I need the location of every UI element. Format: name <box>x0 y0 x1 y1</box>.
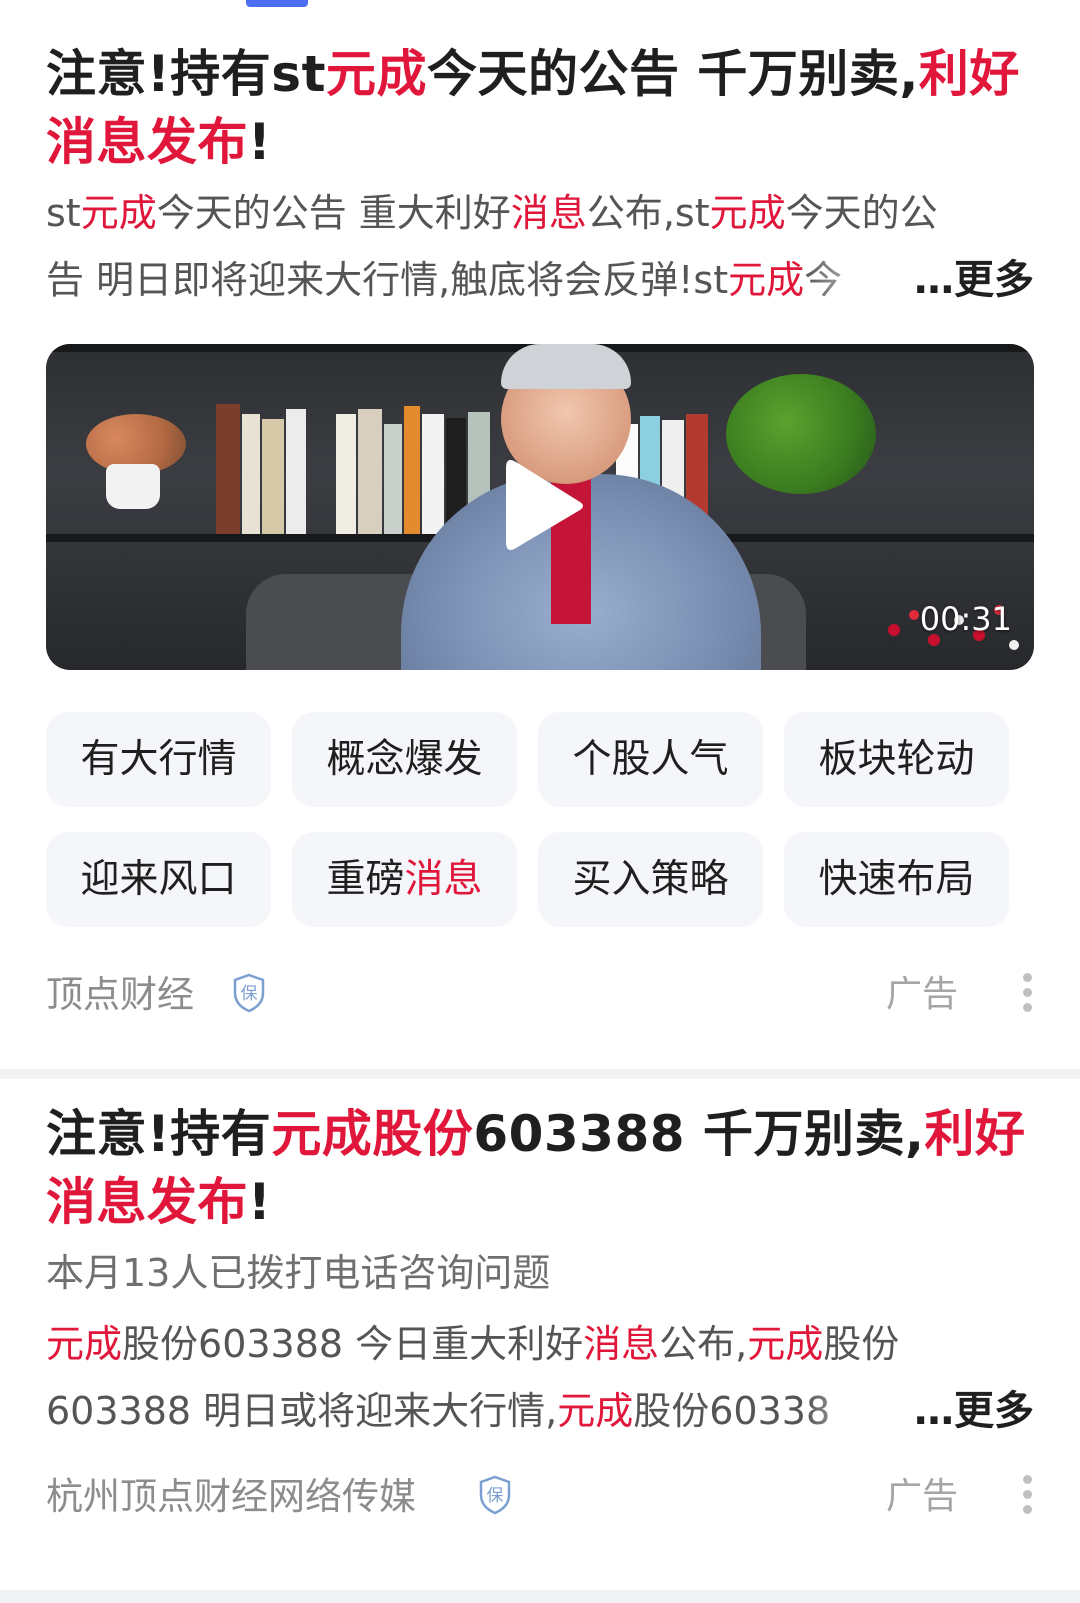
ad-source[interactable]: 顶点财经 <box>46 965 194 1025</box>
highlight-text: 元成 <box>325 45 427 103</box>
text-segment: 603388 明日或将迎来大行情, <box>46 1389 558 1433</box>
highlight-text: 元成 <box>80 191 157 235</box>
tag-grid: 有大行情 概念爆发 个股人气 板块轮动 迎来风口 重磅消息 买入策略 快速布局 <box>46 712 1034 927</box>
bao-shield-icon: 保 <box>479 1475 511 1515</box>
text-segment: 股份 <box>823 1322 900 1366</box>
ad-label: 广告 <box>885 974 958 1015</box>
card-divider <box>0 1069 1080 1079</box>
ad-subtitle: 本月13人已拨打电话咨询问题 <box>46 1251 551 1295</box>
text-segment: 今天的公告 重大利好 <box>156 191 511 235</box>
text-segment: 603388 千万别卖, <box>473 1105 925 1163</box>
tag-button[interactable]: 迎来风口 <box>46 832 271 927</box>
plant <box>726 374 876 494</box>
ad-card-1[interactable]: 注意!持有st元成今天的公告 千万别卖,利好消息发布! st元成今天的公告 重大… <box>46 40 1034 1025</box>
tag-button[interactable]: 有大行情 <box>46 712 271 807</box>
bao-shield-icon: 保 <box>233 973 265 1013</box>
ad-footer: 顶点财经 保 广告 <box>46 965 1034 1025</box>
desc-line-2: 告 明日即将迎来大行情,触底将会反弹!st元成今 <box>46 247 866 314</box>
text-segment: st <box>46 191 81 235</box>
more-vertical-icon[interactable] <box>1020 1475 1034 1519</box>
desc-line-1: st元成今天的公告 重大利好消息公布,st元成今天的公 <box>46 180 1034 247</box>
card-divider <box>0 1590 1080 1603</box>
svg-text:保: 保 <box>241 984 258 1004</box>
highlight-text: 消息 <box>404 857 483 902</box>
ad-source[interactable]: 杭州顶点财经网络传媒 <box>46 1467 416 1527</box>
ad-description[interactable]: 元成股份603388 今日重大利好消息公布,元成股份 603388 明日或将迎来… <box>46 1311 1034 1445</box>
highlight-text: 元成 <box>747 1322 824 1366</box>
text-segment: 股份60338 <box>633 1389 831 1433</box>
highlight-text: 消息 <box>583 1322 660 1366</box>
text-segment: 注意!持有st <box>46 45 326 103</box>
text-segment: 公布,st <box>586 191 710 235</box>
video-thumbnail[interactable]: 00:31 <box>46 344 1034 670</box>
tag-button[interactable]: 板块轮动 <box>784 712 1009 807</box>
ad-title[interactable]: 注意!持有st元成今天的公告 千万别卖,利好消息发布! <box>46 40 1034 176</box>
tag-button[interactable]: 个股人气 <box>538 712 763 807</box>
ad-title[interactable]: 注意!持有元成股份603388 千万别卖,利好消息发布! <box>46 1100 1034 1236</box>
video-duration: 00:31 <box>919 600 1012 638</box>
ad-footer: 杭州顶点财经网络传媒 保 广告 <box>46 1467 1034 1527</box>
text-segment: ! <box>248 1173 272 1231</box>
tag-button[interactable]: 快速布局 <box>784 832 1009 927</box>
svg-text:保: 保 <box>487 1486 504 1506</box>
highlight-text: 元成 <box>709 191 786 235</box>
highlight-text: 元成 <box>557 1389 634 1433</box>
highlight-text: 元成股份 <box>271 1105 474 1163</box>
tag-button[interactable]: 重磅消息 <box>292 832 517 927</box>
highlight-text: 元成 <box>728 258 805 302</box>
ad-card-2[interactable]: 注意!持有元成股份603388 千万别卖,利好消息发布! 本月13人已拨打电话咨… <box>46 1100 1034 1527</box>
highlight-text: 元成 <box>46 1322 123 1366</box>
presenter-hair <box>501 344 631 389</box>
ad-description[interactable]: st元成今天的公告 重大利好消息公布,st元成今天的公 告 明日即将迎来大行情,… <box>46 180 1034 314</box>
text-segment: 今天的公告 千万别卖, <box>426 45 919 103</box>
text-segment: ! <box>248 113 272 171</box>
ad-label: 广告 <box>885 1476 958 1517</box>
vase <box>106 464 160 509</box>
text-fade <box>804 247 894 314</box>
desc-line-2: 603388 明日或将迎来大行情,元成股份60338 <box>46 1378 866 1445</box>
tag-button[interactable]: 概念爆发 <box>292 712 517 807</box>
highlight-text: 消息 <box>510 191 587 235</box>
active-tab-indicator <box>246 0 308 7</box>
text-segment: 注意!持有 <box>46 1105 272 1163</box>
text-segment: 股份603388 今日重大利好 <box>122 1322 584 1366</box>
tag-button[interactable]: 买入策略 <box>538 832 763 927</box>
more-vertical-icon[interactable] <box>1020 973 1034 1017</box>
text-segment: 公布, <box>659 1322 748 1366</box>
text-segment: 今天的公 <box>785 191 938 235</box>
text-segment: 告 明日即将迎来大行情,触底将会反弹!st <box>46 258 729 302</box>
text-fade <box>804 1378 894 1445</box>
more-link[interactable]: …更多 <box>908 1378 1034 1445</box>
play-icon[interactable] <box>498 454 588 554</box>
more-link[interactable]: …更多 <box>908 247 1034 314</box>
desc-line-1: 元成股份603388 今日重大利好消息公布,元成股份 <box>46 1311 1034 1378</box>
